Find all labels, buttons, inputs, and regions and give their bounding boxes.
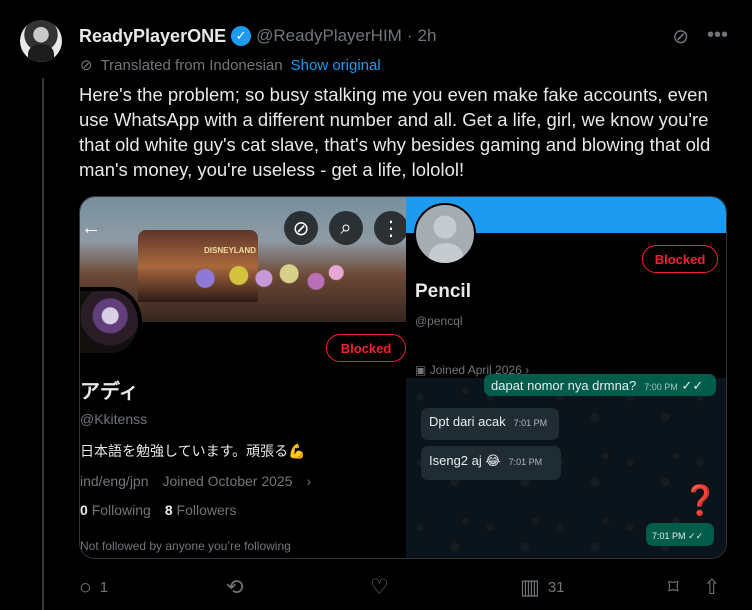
followers-label[interactable]: Followers (177, 502, 237, 518)
profile-handle: @Kkitenss (80, 411, 148, 427)
question-mark-emoji: ❓ (682, 485, 719, 517)
repost-icon: ⟲ (226, 576, 244, 599)
tweet-header: ReadyPlayerONE ✓ @ReadyPlayerHIM · 2h (79, 24, 436, 48)
top-actions: ⊘ ••• (672, 24, 728, 49)
like-button[interactable]: ♡ (370, 577, 397, 598)
profile-handle: @pencql (415, 314, 463, 328)
profile-avatar (80, 287, 142, 357)
back-arrow-icon[interactable]: ← (80, 211, 102, 245)
calendar-icon: ▣ (415, 363, 427, 377)
translated-label: Translated from Indonesian (100, 56, 283, 74)
whatsapp-chat: dapat nomor nya drmna? 7:00 PM ✓✓ Dpt dar… (406, 374, 726, 558)
chevron-right-icon: › (306, 473, 312, 489)
translation-row: ⊘ Translated from Indonesian Show origin… (80, 56, 381, 75)
mute-icon[interactable]: ⊘ (284, 211, 318, 245)
display-name[interactable]: ReadyPlayerONE (79, 26, 226, 47)
user-handle[interactable]: @ReadyPlayerHIM (256, 26, 402, 46)
banner-sign: DISNEYLAND (204, 246, 257, 255)
reply-button[interactable]: ○ 1 (79, 577, 108, 598)
reply-icon: ○ (79, 576, 92, 599)
profile-name: Pencil (415, 281, 471, 302)
blocked-button[interactable]: Blocked (642, 245, 718, 273)
thread-line (42, 78, 44, 610)
repost-button[interactable]: ⟲ (226, 577, 252, 598)
profile-name: アディ (80, 381, 139, 403)
blocked-button[interactable]: Blocked (326, 334, 406, 362)
translation-icon: ⊘ (80, 57, 93, 74)
chat-message-incoming: Dpt dari acak 7:01 PM (421, 408, 559, 440)
tweet-actions: ○ 1 ⟲ ♡ ▥ 31 ⌑ ⇧ (79, 577, 727, 603)
following-count: 0 (80, 502, 88, 518)
chat-time-outgoing: 7:01 PM ✓✓ (646, 523, 714, 546)
more-icon[interactable]: ••• (707, 24, 728, 49)
post-time[interactable]: 2h (418, 26, 437, 46)
default-avatar (414, 203, 476, 265)
more-vertical-icon[interactable]: ⋮ (374, 211, 408, 245)
read-checks-icon: ✓✓ (688, 531, 704, 541)
tweet-text: Here's the problem; so busy stalking me … (79, 84, 711, 180)
views-button[interactable]: ▥ 31 (520, 577, 565, 598)
show-original-link[interactable]: Show original (291, 57, 381, 74)
chat-message-incoming: Iseng2 aj 😂 7:01 PM (421, 446, 561, 480)
right-profile-chat-screenshot: Blocked Pencil @pencql ▣ Joined April 20… (406, 197, 726, 558)
bookmark-button[interactable]: ⌑ (668, 577, 679, 598)
author-avatar[interactable] (20, 20, 62, 62)
header-separator: · (406, 26, 413, 45)
chat-message-outgoing: dapat nomor nya drmna? 7:00 PM ✓✓ (484, 374, 716, 396)
joined-date: Joined October 2025 (162, 473, 293, 489)
bookmark-icon: ⌑ (668, 576, 679, 599)
verified-badge-icon: ✓ (231, 26, 252, 46)
following-label[interactable]: Following (92, 502, 151, 518)
heart-icon: ♡ (370, 576, 389, 599)
follow-counts: 0 Following 8 Followers (80, 502, 236, 518)
profile-bio: 日本語を勉強しています。頑張る💪 (80, 443, 306, 459)
read-checks-icon: ✓✓ (681, 378, 704, 393)
followers-count: 8 (164, 502, 173, 518)
not-followed-text: Not followed by anyone you’re following (80, 539, 291, 553)
profile-meta: ind/eng/jpn Joined October 2025 › (80, 473, 311, 489)
share-button[interactable]: ⇧ (703, 577, 721, 598)
mute-icon[interactable]: ⊘ (672, 24, 689, 49)
location-text: ind/eng/jpn (80, 473, 149, 489)
views-icon: ▥ (520, 576, 540, 599)
search-icon[interactable]: ⌕ (329, 211, 363, 245)
left-profile-screenshot: DISNEYLAND ← ⊘ ⌕ ⋮ Blocked アディ @Kkitenss… (80, 197, 408, 558)
attached-image[interactable]: DISNEYLAND ← ⊘ ⌕ ⋮ Blocked アディ @Kkitenss… (79, 196, 727, 559)
share-icon: ⇧ (703, 576, 721, 599)
